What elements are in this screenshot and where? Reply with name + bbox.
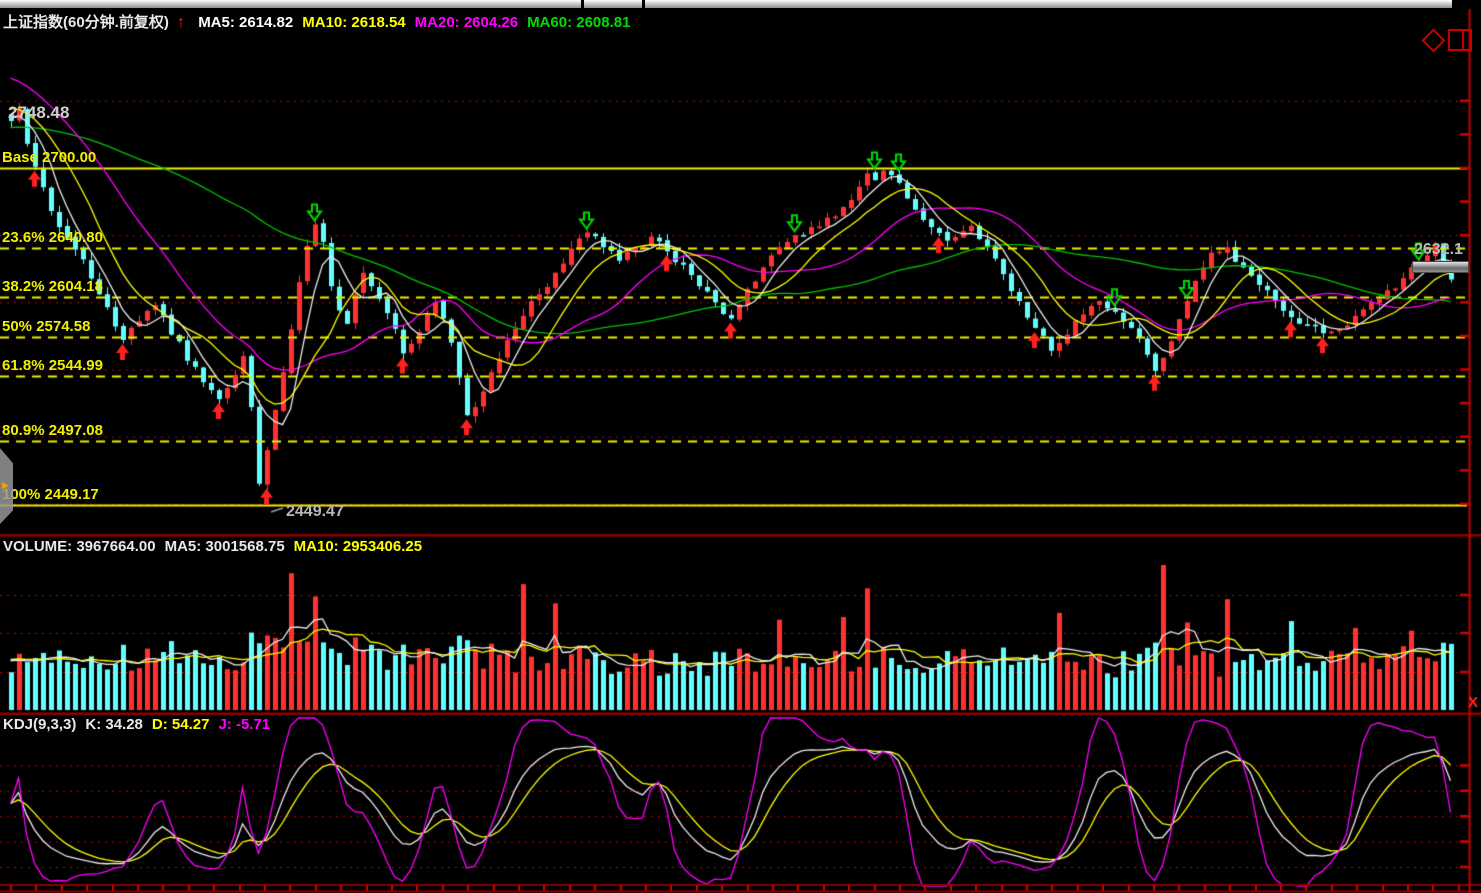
- volume-value-label: MA10: 2953406.25: [294, 538, 422, 555]
- ma-value-label: MA10: 2618.54: [302, 14, 405, 31]
- pane-close-button[interactable]: X: [1468, 694, 1478, 711]
- kdj-value-label: D: 54.27: [152, 716, 210, 733]
- ma-value-label: MA5: 2614.82: [198, 14, 293, 31]
- low-price-annotation: 2449.47: [286, 503, 344, 521]
- splitter-handle[interactable]: [1412, 261, 1469, 273]
- trend-up-icon: ↑: [177, 14, 185, 31]
- fib-level-label: Base 2700.00: [2, 149, 96, 166]
- window-title-strip: [0, 0, 1452, 8]
- ma-values: MA5: 2614.82 MA10: 2618.54 MA20: 2604.26 MA…: [198, 14, 639, 31]
- ma-value-label: MA20: 2604.26: [415, 14, 518, 31]
- fib-level-label: 80.9% 2497.08: [2, 422, 103, 439]
- expand-arrow-icon: ▶: [2, 480, 9, 491]
- title-strip-notch: [581, 0, 584, 8]
- volume-value-label: MA5: 3001568.75: [165, 538, 285, 555]
- kdj-pane-header: KDJ(9,3,3) K: 34.28 D: 54.27 J: -5.71: [3, 716, 288, 733]
- kdj-value-label: J: -5.71: [218, 716, 270, 733]
- chart-canvas[interactable]: [0, 0, 1481, 893]
- kdj-value-label: K: 34.28: [85, 716, 143, 733]
- fib-level-label: 50% 2574.58: [2, 318, 90, 335]
- high-price-annotation: 2748.48: [8, 103, 69, 123]
- last-price-annotation: 2632.1: [1414, 241, 1468, 259]
- fib-level-label: 100% 2449.17: [2, 486, 99, 503]
- symbol-title: 上证指数(60分钟.前复权): [3, 14, 169, 31]
- ma-value-label: MA60: 2608.81: [527, 14, 630, 31]
- title-strip-notch: [642, 0, 645, 8]
- split-window-icon[interactable]: [1448, 29, 1472, 51]
- fib-level-label: 38.2% 2604.18: [2, 278, 103, 295]
- fib-level-label: 61.8% 2544.99: [2, 357, 103, 374]
- volume-pane-header: VOLUME: 3967664.00 MA5: 3001568.75 MA10: 2…: [3, 538, 440, 555]
- main-chart-header: 上证指数(60分钟.前复权) ↑ MA5: 2614.82 MA10: 2618.…: [3, 11, 648, 32]
- volume-value-label: VOLUME: 3967664.00: [3, 538, 156, 555]
- kdj-value-label: KDJ(9,3,3): [3, 716, 76, 733]
- fib-level-label: 23.6% 2640.80: [2, 229, 103, 246]
